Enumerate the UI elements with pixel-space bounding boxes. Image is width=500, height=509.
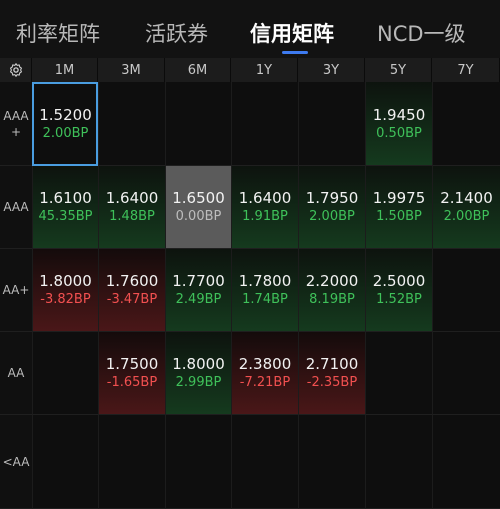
row-label: <AA bbox=[0, 415, 32, 509]
bp-change: -3.82BP bbox=[40, 292, 91, 307]
tab-credit-matrix[interactable]: 信用矩阵 bbox=[250, 18, 334, 50]
yield-value: 1.9450 bbox=[372, 105, 426, 124]
row-label: AA+ bbox=[0, 249, 32, 332]
bp-change: 2.00BP bbox=[309, 209, 355, 224]
matrix-cell[interactable]: 1.9450 0.50BP bbox=[365, 82, 432, 166]
matrix-cell[interactable]: 1.7800 1.74BP bbox=[231, 249, 298, 332]
matrix-cell[interactable] bbox=[165, 82, 231, 166]
tab-active-bonds[interactable]: 活跃券 bbox=[145, 18, 208, 50]
yield-value: 1.7800 bbox=[238, 272, 292, 290]
matrix-cell[interactable]: 1.7600 -3.47BP bbox=[98, 249, 165, 332]
column-header[interactable]: 1Y bbox=[231, 58, 298, 82]
matrix-cell[interactable]: 1.6400 1.91BP bbox=[231, 166, 298, 249]
yield-value: 2.2000 bbox=[305, 272, 359, 290]
matrix-cell[interactable]: 1.7500 -1.65BP bbox=[98, 332, 165, 415]
bp-change: -1.65BP bbox=[106, 375, 158, 390]
matrix-cell[interactable]: 1.8000 -3.82BP bbox=[32, 249, 98, 332]
yield-value: 2.7100 bbox=[305, 355, 359, 373]
tab-ncd-primary[interactable]: NCD一级 bbox=[377, 18, 466, 50]
matrix-cell[interactable] bbox=[32, 332, 98, 415]
matrix-cell[interactable]: 2.7100 -2.35BP bbox=[298, 332, 365, 415]
yield-value: 1.6400 bbox=[105, 189, 159, 207]
yield-value: 1.5200 bbox=[39, 105, 92, 124]
bp-change: 2.49BP bbox=[175, 292, 222, 307]
bp-change: 2.00BP bbox=[42, 125, 89, 141]
gear-icon bbox=[9, 63, 22, 77]
matrix-cell[interactable]: 1.5200 2.00BP bbox=[32, 82, 98, 166]
yield-value: 1.9975 bbox=[372, 189, 426, 207]
bp-change: -7.21BP bbox=[239, 375, 291, 390]
credit-matrix-grid: 1M 3M 6M 1Y 3Y 5Y 7Y AAA +1.5200 2.00BP 1.9450 0.5… bbox=[0, 58, 500, 509]
column-header[interactable]: 7Y bbox=[432, 58, 500, 82]
row-label: AAA + bbox=[0, 82, 32, 166]
matrix-cell[interactable]: 1.6500 0.00BP bbox=[165, 166, 231, 249]
bp-change: 1.74BP bbox=[242, 292, 288, 307]
matrix-cell[interactable] bbox=[98, 82, 165, 166]
column-header[interactable]: 1M bbox=[32, 58, 98, 82]
column-header[interactable]: 3Y bbox=[298, 58, 365, 82]
matrix-cell[interactable] bbox=[298, 415, 365, 509]
yield-value: 1.6400 bbox=[238, 189, 292, 207]
bp-change: -2.35BP bbox=[306, 375, 358, 390]
matrix-cell[interactable] bbox=[432, 82, 500, 166]
matrix-cell[interactable] bbox=[432, 249, 500, 332]
settings-button[interactable] bbox=[0, 58, 32, 82]
matrix-cell[interactable] bbox=[365, 332, 432, 415]
matrix-cell[interactable]: 2.2000 8.19BP bbox=[298, 249, 365, 332]
yield-value: 2.5000 bbox=[372, 272, 426, 290]
bp-change: 8.19BP bbox=[309, 292, 355, 307]
top-tab-bar: 利率矩阵 活跃券 信用矩阵 NCD一级 bbox=[0, 0, 500, 58]
bp-change: 1.50BP bbox=[376, 209, 422, 224]
active-tab-indicator bbox=[282, 51, 308, 54]
tab-rate-matrix[interactable]: 利率矩阵 bbox=[16, 18, 100, 50]
yield-value: 1.6100 bbox=[39, 189, 92, 207]
matrix-cell[interactable] bbox=[432, 415, 500, 509]
matrix-cell[interactable]: 2.3800 -7.21BP bbox=[231, 332, 298, 415]
yield-value: 2.1400 bbox=[440, 189, 493, 207]
matrix-cell[interactable]: 1.7950 2.00BP bbox=[298, 166, 365, 249]
yield-value: 1.7950 bbox=[305, 189, 359, 207]
matrix-cell[interactable] bbox=[32, 415, 98, 509]
bp-change: 0.00BP bbox=[175, 209, 222, 224]
row-label: AA bbox=[0, 332, 32, 415]
yield-value: 1.7500 bbox=[105, 355, 159, 373]
bp-change: 2.00BP bbox=[443, 209, 490, 224]
row-label: AAA bbox=[0, 166, 32, 249]
column-header[interactable]: 3M bbox=[98, 58, 165, 82]
matrix-cell[interactable] bbox=[165, 415, 231, 509]
bp-change: 0.50BP bbox=[376, 125, 422, 141]
yield-value: 1.7600 bbox=[105, 272, 159, 290]
matrix-cell[interactable] bbox=[98, 415, 165, 509]
matrix-cell[interactable]: 1.7700 2.49BP bbox=[165, 249, 231, 332]
bp-change: 1.52BP bbox=[376, 292, 422, 307]
yield-value: 1.8000 bbox=[172, 355, 225, 373]
bp-change: 2.99BP bbox=[175, 375, 222, 390]
matrix-cell[interactable] bbox=[298, 82, 365, 166]
matrix-cell[interactable] bbox=[231, 82, 298, 166]
bp-change: -3.47BP bbox=[106, 292, 158, 307]
matrix-cell[interactable] bbox=[432, 332, 500, 415]
matrix-cell[interactable] bbox=[231, 415, 298, 509]
bp-change: 1.48BP bbox=[109, 209, 155, 224]
yield-value: 1.7700 bbox=[172, 272, 225, 290]
bp-change: 1.91BP bbox=[242, 209, 288, 224]
matrix-cell[interactable]: 1.8000 2.99BP bbox=[165, 332, 231, 415]
yield-value: 1.6500 bbox=[172, 189, 225, 207]
column-header[interactable]: 5Y bbox=[365, 58, 432, 82]
yield-value: 1.8000 bbox=[39, 272, 92, 290]
matrix-cell[interactable]: 1.9975 1.50BP bbox=[365, 166, 432, 249]
matrix-cell[interactable]: 2.1400 2.00BP bbox=[432, 166, 500, 249]
column-header[interactable]: 6M bbox=[165, 58, 231, 82]
matrix-cell[interactable]: 1.6100 45.35BP bbox=[32, 166, 98, 249]
matrix-cell[interactable]: 2.5000 1.52BP bbox=[365, 249, 432, 332]
bp-change: 45.35BP bbox=[38, 209, 93, 224]
matrix-cell[interactable] bbox=[365, 415, 432, 509]
yield-value: 2.3800 bbox=[238, 355, 292, 373]
matrix-cell[interactable]: 1.6400 1.48BP bbox=[98, 166, 165, 249]
